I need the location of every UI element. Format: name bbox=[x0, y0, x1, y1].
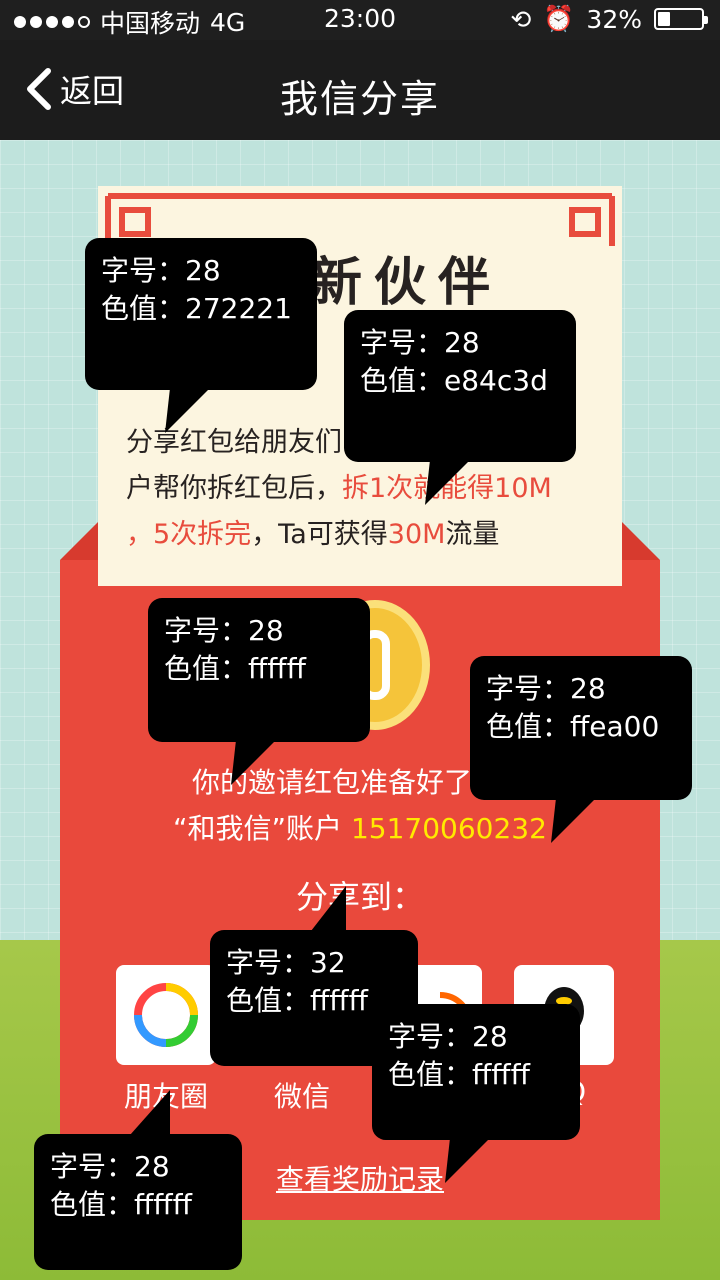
annotation-tail bbox=[425, 460, 470, 505]
annotation-bubble: 字号：28 色值：e84c3d bbox=[344, 310, 576, 462]
annotation-tail bbox=[445, 1138, 490, 1183]
body-highlight: ，5次拆完 bbox=[126, 519, 252, 550]
annotation-bubble: 字号：28 色值：ffea00 bbox=[470, 656, 692, 800]
annotation-tail bbox=[551, 798, 596, 843]
nav-bar: 返回 我信分享 bbox=[0, 40, 720, 140]
rotation-lock-icon: ⟲ bbox=[510, 4, 532, 34]
battery-percent: 32% bbox=[586, 4, 642, 34]
annotation-color: 色值：272221 bbox=[101, 292, 292, 325]
body-text: ，Ta可获得 bbox=[251, 519, 388, 550]
annotation-bubble: 字号：28 色值：ffffff bbox=[372, 1004, 580, 1140]
annotation-size: 字号：28 bbox=[50, 1150, 170, 1183]
battery-icon bbox=[654, 8, 708, 30]
annotation-tail bbox=[231, 740, 276, 785]
annotation-color: 色值：e84c3d bbox=[360, 364, 548, 397]
account-label: “和我信”账户 bbox=[173, 812, 343, 845]
annotation-bubble: 字号：28 色值：ffffff bbox=[34, 1134, 242, 1270]
alarm-icon: ⏰ bbox=[543, 4, 575, 33]
annotation-tail bbox=[311, 886, 346, 931]
annotation-size: 字号：28 bbox=[101, 254, 221, 287]
body-text: 流量 bbox=[445, 519, 500, 550]
annotation-size: 字号：28 bbox=[388, 1020, 508, 1053]
phone-number: 15170060232 bbox=[350, 812, 547, 845]
body-highlight: 30M bbox=[387, 519, 446, 550]
body-text: 户帮你拆红包后， bbox=[126, 473, 342, 504]
annotation-size: 字号：32 bbox=[226, 946, 346, 979]
annotation-color: 色值：ffea00 bbox=[486, 710, 660, 743]
letter-title: 新伙伴 bbox=[310, 252, 503, 313]
status-bar: 中国移动 4G 23:00 ⟲ ⏰ 32% bbox=[0, 0, 720, 40]
annotation-bubble: 字号：28 色值：272221 bbox=[85, 238, 317, 390]
annotation-color: 色值：ffffff bbox=[50, 1188, 192, 1221]
annotation-tail bbox=[165, 388, 210, 433]
annotation-size: 字号：28 bbox=[360, 326, 480, 359]
annotation-color: 色值：ffffff bbox=[164, 652, 306, 685]
moments-icon bbox=[134, 983, 198, 1047]
annotation-size: 字号：28 bbox=[486, 672, 606, 705]
annotation-size: 字号：28 bbox=[164, 614, 284, 647]
annotation-bubble: 字号：28 色值：ffffff bbox=[148, 598, 370, 742]
annotation-tail bbox=[130, 1090, 170, 1135]
page-title: 我信分享 bbox=[279, 77, 440, 121]
annotation-color: 色值：ffffff bbox=[388, 1058, 530, 1091]
share-heading: 分享到： bbox=[295, 878, 424, 916]
body-text: 分享红包给朋友们 bbox=[126, 427, 342, 458]
share-label: 微信 bbox=[273, 1080, 330, 1113]
